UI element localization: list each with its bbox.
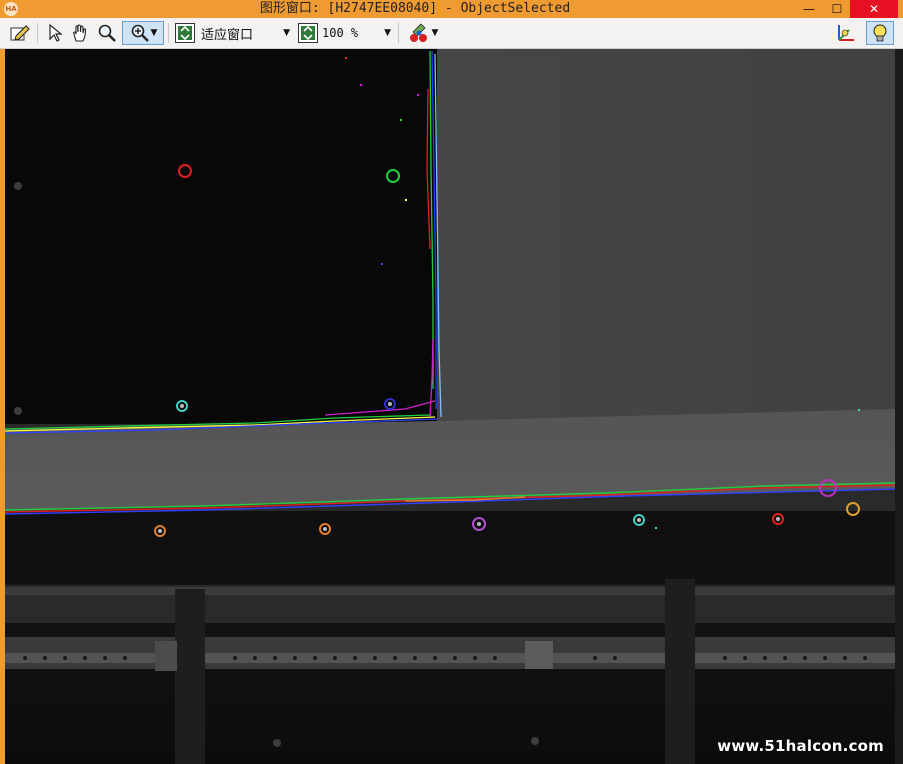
rail-bracket xyxy=(155,641,177,671)
lower-rail-highlight xyxy=(5,653,895,663)
viewport-right-edge xyxy=(895,49,903,764)
maximize-button[interactable]: ☐ xyxy=(826,0,848,18)
dark-panel-region xyxy=(5,49,437,424)
toolbar-separator xyxy=(37,23,38,43)
camera-image xyxy=(5,49,895,764)
fit-window-icon xyxy=(175,23,195,43)
chevron-down-icon: ▼ xyxy=(384,28,391,38)
image-viewport[interactable]: www.51halcon.com xyxy=(5,49,895,764)
horizontal-beam xyxy=(5,409,895,511)
dark-strip xyxy=(5,511,895,586)
chevron-down-icon: ▼ xyxy=(283,28,290,38)
chevron-down-icon: ▼ xyxy=(431,28,439,38)
axes-icon[interactable] xyxy=(832,21,858,45)
zoom-mode-label: 适应窗口 xyxy=(201,27,254,43)
window-title: 图形窗口: [H2747EE08040] - ObjectSelected xyxy=(259,1,571,16)
upper-rail-highlight xyxy=(5,587,895,595)
toolbar: ▼ 适应窗口 ▼ 100 % ▼ ▼ xyxy=(0,18,903,49)
zoom-in-tool[interactable]: ▼ xyxy=(122,21,164,45)
minimize-button[interactable]: — xyxy=(798,0,820,18)
pan-hand-icon[interactable] xyxy=(68,21,92,45)
zoom-percent-dropdown[interactable]: 100 % ▼ xyxy=(297,21,395,45)
chevron-down-icon: ▼ xyxy=(150,28,158,38)
color-palette-icon xyxy=(409,23,427,42)
zoom-percent-icon xyxy=(298,23,318,43)
rail-bracket xyxy=(525,641,553,669)
color-dropdown[interactable]: ▼ xyxy=(402,21,444,45)
zoom-in-icon xyxy=(131,24,149,42)
lightbulb-button[interactable] xyxy=(866,21,894,45)
vertical-post-right xyxy=(665,579,695,764)
edit-icon[interactable] xyxy=(7,21,33,45)
watermark: www.51halcon.com xyxy=(717,737,884,755)
close-button[interactable]: ✕ xyxy=(850,0,898,18)
magnify-icon[interactable] xyxy=(95,21,119,45)
pointer-icon[interactable] xyxy=(44,21,66,45)
title-bar: HA 图形窗口: [H2747EE08040] - ObjectSelected… xyxy=(0,0,903,18)
lightbulb-icon xyxy=(873,24,887,42)
toolbar-separator xyxy=(168,23,169,43)
gray-plate-region xyxy=(437,49,895,424)
zoom-mode-dropdown[interactable]: 适应窗口 ▼ xyxy=(174,21,296,45)
toolbar-separator xyxy=(398,23,399,43)
vertical-post-left xyxy=(175,589,205,764)
zoom-percent-label: 100 % xyxy=(322,26,359,40)
